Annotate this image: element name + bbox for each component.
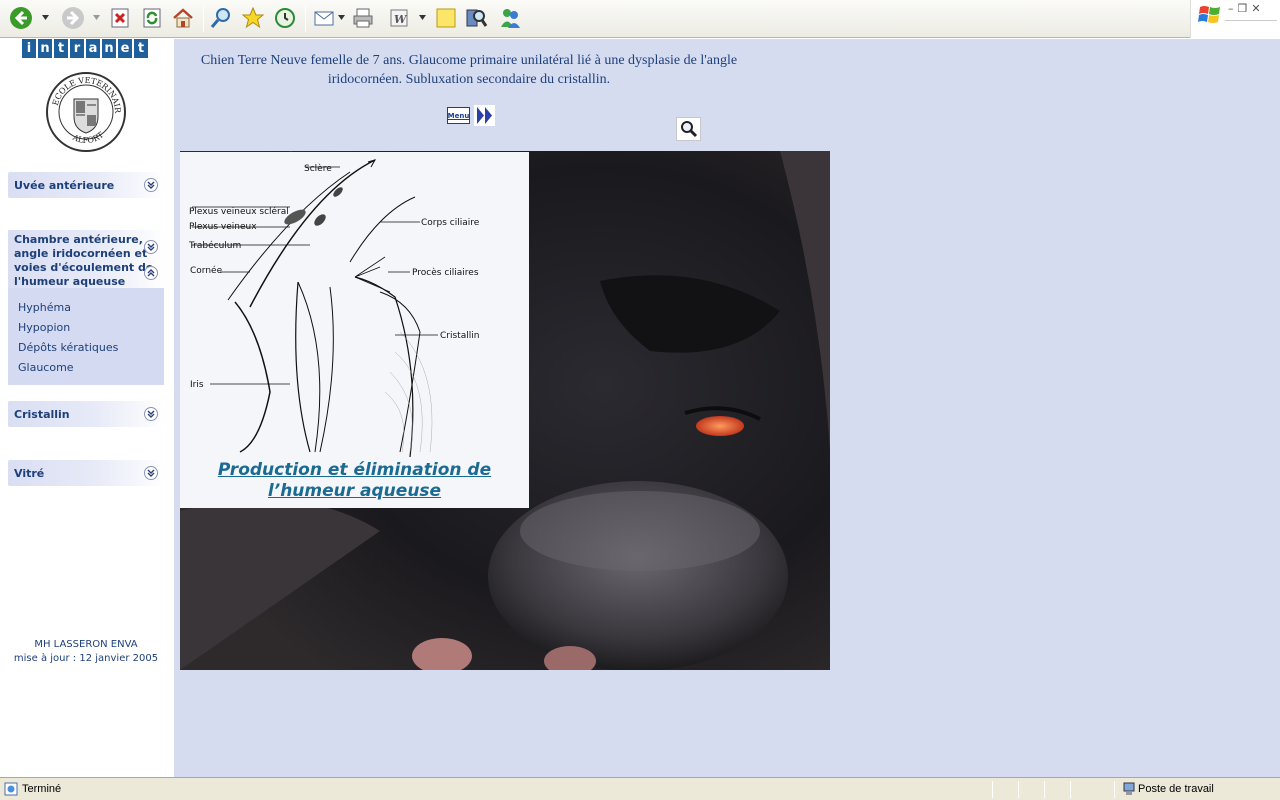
mail-icon[interactable]	[311, 5, 337, 31]
label-plexus-scleral: Plexus veineux scléral	[189, 206, 289, 217]
author-credit: MH LASSERON ENVA mise à jour : 12 janvie…	[0, 638, 172, 666]
menu-link[interactable]: Menu	[447, 107, 470, 124]
expand-chevron-icon[interactable]	[144, 466, 158, 480]
intranet-logo[interactable]: intranet	[22, 39, 148, 58]
edit-dropdown-icon[interactable]	[419, 15, 426, 20]
windows-flag-icon	[1198, 6, 1220, 23]
nav-cristallin[interactable]: Cristallin	[8, 401, 165, 427]
edit-icon[interactable]: W	[386, 5, 412, 31]
restore-icon[interactable]: ❐	[1238, 2, 1248, 15]
nav-vitre-label: Vitré	[14, 467, 45, 480]
expand-chevron-icon[interactable]	[144, 178, 158, 192]
intranet-letter: i	[22, 39, 36, 58]
label-cristallin: Cristallin	[440, 331, 479, 341]
computer-zone-icon	[1123, 782, 1135, 795]
nav-chambre-label: Chambre antérieure, angle iridocornéen e…	[14, 233, 154, 288]
intranet-letter: n	[38, 39, 52, 58]
svg-text:W: W	[394, 13, 408, 26]
forward-dropdown-icon[interactable]	[93, 15, 100, 20]
back-dropdown-icon[interactable]	[42, 15, 49, 20]
research-icon[interactable]	[463, 5, 489, 31]
magnifier-icon	[680, 121, 697, 138]
favorites-icon[interactable]	[240, 5, 266, 31]
print-icon[interactable]	[350, 5, 376, 31]
label-cornee: Cornée	[190, 265, 223, 276]
refresh-icon[interactable]	[139, 5, 165, 31]
messenger-icon[interactable]	[497, 5, 523, 31]
intranet-letter: r	[70, 39, 84, 58]
intranet-letter: t	[54, 39, 68, 58]
collapse-chevron-icon[interactable]	[144, 266, 158, 280]
minimize-icon[interactable]: –	[1228, 2, 1234, 15]
window-controls: – ❐ ✕	[1228, 2, 1261, 15]
browser-toolbar: W – ❐ ✕	[0, 0, 1280, 38]
submenu-item-hypopion[interactable]: Hypopion	[18, 321, 70, 334]
credit-update-date: mise à jour : 12 janvier 2005	[13, 653, 159, 664]
nav-chambre-anterieure[interactable]: Chambre antérieure, angle iridocornéen e…	[8, 230, 165, 288]
home-icon[interactable]	[170, 5, 196, 31]
search-icon[interactable]	[208, 5, 234, 31]
credit-author: MH LASSERON ENVA	[34, 639, 138, 650]
nav-cristallin-label: Cristallin	[14, 408, 70, 421]
expand-chevron-icon[interactable]	[144, 407, 158, 421]
close-icon[interactable]: ✕	[1251, 2, 1260, 15]
intranet-letter: e	[118, 39, 132, 58]
intranet-letter: t	[134, 39, 148, 58]
anatomy-diagram: Sclère Plexus veineux scléral Plexus vei…	[180, 152, 529, 508]
back-icon[interactable]	[8, 5, 34, 31]
nav-uvee-anterieure[interactable]: Uvée antérieure	[8, 172, 165, 198]
submenu-item-hyphema[interactable]: Hyphéma	[18, 301, 71, 314]
label-iris: Iris	[190, 380, 204, 390]
discuss-icon[interactable]	[433, 5, 459, 31]
intranet-letter: a	[86, 39, 100, 58]
nav-uvee-label: Uvée antérieure	[14, 179, 115, 192]
label-proces-ciliaires: Procès ciliaires	[412, 267, 479, 278]
iridocorneal-angle-drawing: Sclère Plexus veineux scléral Plexus vei…	[188, 159, 480, 458]
stop-icon[interactable]	[107, 5, 133, 31]
left-navigation: intranet ECOLE VETERINAIREALFORT Uvée an…	[0, 39, 174, 777]
submenu-item-depots-keratiques[interactable]: Dépôts kératiques	[18, 341, 118, 354]
forward-icon[interactable]	[60, 5, 86, 31]
label-trabeculum: Trabéculum	[188, 240, 241, 251]
label-sclere: Sclère	[304, 163, 332, 174]
expand-chevron-icon[interactable]	[144, 240, 158, 254]
submenu-chambre: Hyphéma Hypopion Dépôts kératiques Glauc…	[8, 288, 164, 385]
label-plexus: Plexus veineux	[189, 222, 257, 232]
security-zone-text: Poste de travail	[1138, 783, 1214, 795]
case-caption: Chien Terre Neuve femelle de 7 ans. Glau…	[200, 53, 738, 87]
mail-dropdown-icon[interactable]	[338, 15, 345, 20]
status-text: Terminé	[22, 783, 62, 795]
status-bar: Terminé Poste de travail	[0, 777, 1280, 800]
school-seal-logo: ECOLE VETERINAIREALFORT	[45, 71, 126, 152]
label-corps-ciliaire: Corps ciliaire	[421, 218, 480, 228]
diagram-title: Production et élimination de l’humeur aq…	[217, 460, 492, 501]
main-content: Chien Terre Neuve femelle de 7 ans. Glau…	[174, 39, 1280, 777]
zoom-button[interactable]	[676, 117, 701, 141]
next-arrow-icon[interactable]	[474, 105, 495, 126]
intranet-letter: n	[102, 39, 116, 58]
submenu-item-glaucome[interactable]: Glaucome	[18, 361, 74, 374]
nav-vitre[interactable]: Vitré	[8, 460, 165, 486]
page-done-icon	[4, 782, 18, 796]
history-icon[interactable]	[272, 5, 298, 31]
